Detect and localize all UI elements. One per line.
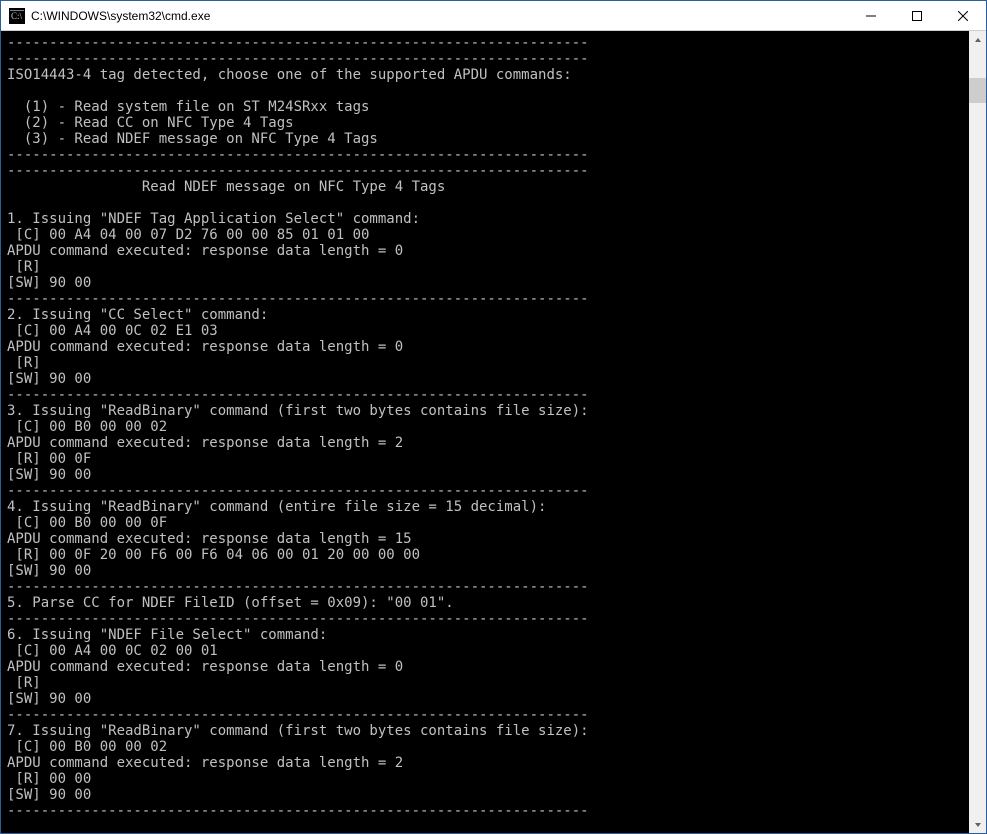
- scrollbar-track[interactable]: [969, 48, 986, 816]
- scrollbar-thumb[interactable]: [969, 78, 986, 103]
- scroll-up-button[interactable]: [969, 31, 986, 48]
- vertical-scrollbar[interactable]: [969, 31, 986, 833]
- terminal-output[interactable]: ----------------------------------------…: [1, 31, 969, 833]
- minimize-button[interactable]: [848, 1, 894, 31]
- maximize-button[interactable]: [894, 1, 940, 31]
- client-area: ----------------------------------------…: [1, 31, 986, 833]
- title-bar[interactable]: C:\ C:\WINDOWS\system32\cmd.exe: [1, 1, 986, 31]
- scroll-down-button[interactable]: [969, 816, 986, 833]
- svg-text:C:\: C:\: [11, 11, 23, 21]
- close-button[interactable]: [940, 1, 986, 31]
- window-frame: C:\ C:\WINDOWS\system32\cmd.exe --------…: [0, 0, 987, 834]
- cmd-icon: C:\: [9, 8, 25, 24]
- window-title: C:\WINDOWS\system32\cmd.exe: [31, 9, 210, 23]
